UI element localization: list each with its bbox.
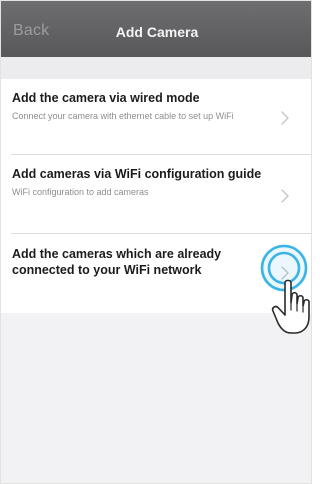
page-title: Add Camera xyxy=(115,24,199,40)
empty-content-area xyxy=(1,313,311,483)
option-already-connected-cameras[interactable]: Add the cameras which are already connec… xyxy=(1,234,311,313)
option-description: WiFi configuration to add cameras xyxy=(12,187,149,197)
option-title: Add the cameras which are already connec… xyxy=(12,247,222,277)
option-wired-mode[interactable]: Add the camera via wired mode Connect yo… xyxy=(1,79,311,155)
add-camera-options-list: Add the camera via wired mode Connect yo… xyxy=(1,79,311,313)
section-spacer xyxy=(1,57,311,79)
add-camera-screen: Back Add Camera Add the camera via wired… xyxy=(0,0,312,484)
option-wifi-configuration-guide[interactable]: Add cameras via WiFi configuration guide… xyxy=(1,155,311,234)
chevron-right-icon[interactable] xyxy=(279,266,291,280)
option-title: Add the camera via wired mode xyxy=(12,91,200,105)
chevron-right-icon xyxy=(281,111,289,125)
chevron-right-icon xyxy=(281,189,289,203)
option-title: Add cameras via WiFi configuration guide xyxy=(12,167,262,181)
option-description: Connect your camera with ethernet cable … xyxy=(12,111,234,121)
navigation-bar: Back Add Camera xyxy=(1,1,311,57)
